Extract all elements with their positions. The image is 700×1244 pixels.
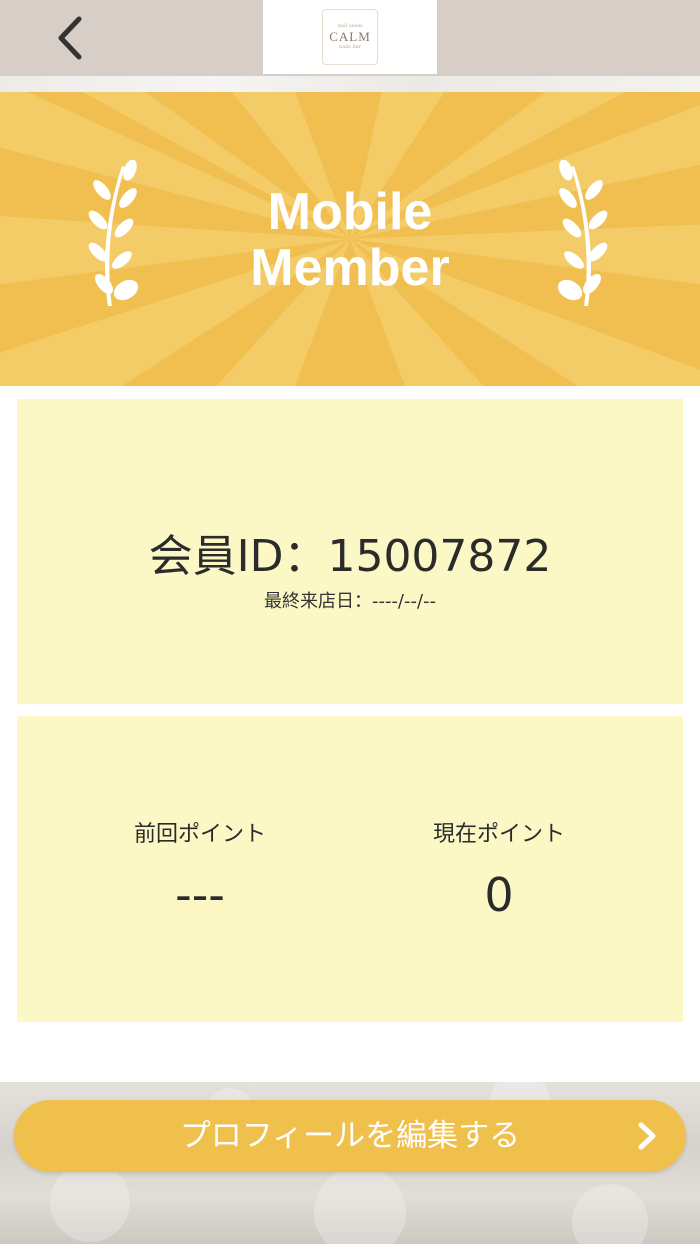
laurel-branch-icon: [557, 160, 608, 306]
texture-strip: [0, 76, 700, 92]
back-button[interactable]: [40, 10, 100, 66]
current-points-value: 0: [484, 868, 514, 922]
member-banner: Mobile Member: [0, 92, 700, 386]
previous-points-value: ---: [175, 868, 225, 922]
chevron-right-icon: [638, 1122, 656, 1150]
logo-badge: nail salon CALM nails bar: [322, 9, 378, 65]
header-bar: nail salon CALM nails bar: [0, 0, 700, 76]
member-id: 会員ID：15007872: [148, 531, 552, 582]
logo: nail salon CALM nails bar: [263, 0, 437, 74]
previous-points-label: 前回ポイント: [133, 822, 266, 847]
edit-profile-button[interactable]: プロフィールを編集する: [14, 1100, 686, 1172]
logo-name: CALM: [329, 29, 371, 44]
current-points-label: 現在ポイント: [432, 822, 565, 847]
logo-tagline-bottom: nails bar: [338, 44, 362, 50]
last-visit-date: 最終来店日：----/--/--: [263, 591, 437, 612]
chevron-left-icon: [58, 16, 82, 60]
edit-profile-label: プロフィールを編集する: [179, 1118, 521, 1154]
